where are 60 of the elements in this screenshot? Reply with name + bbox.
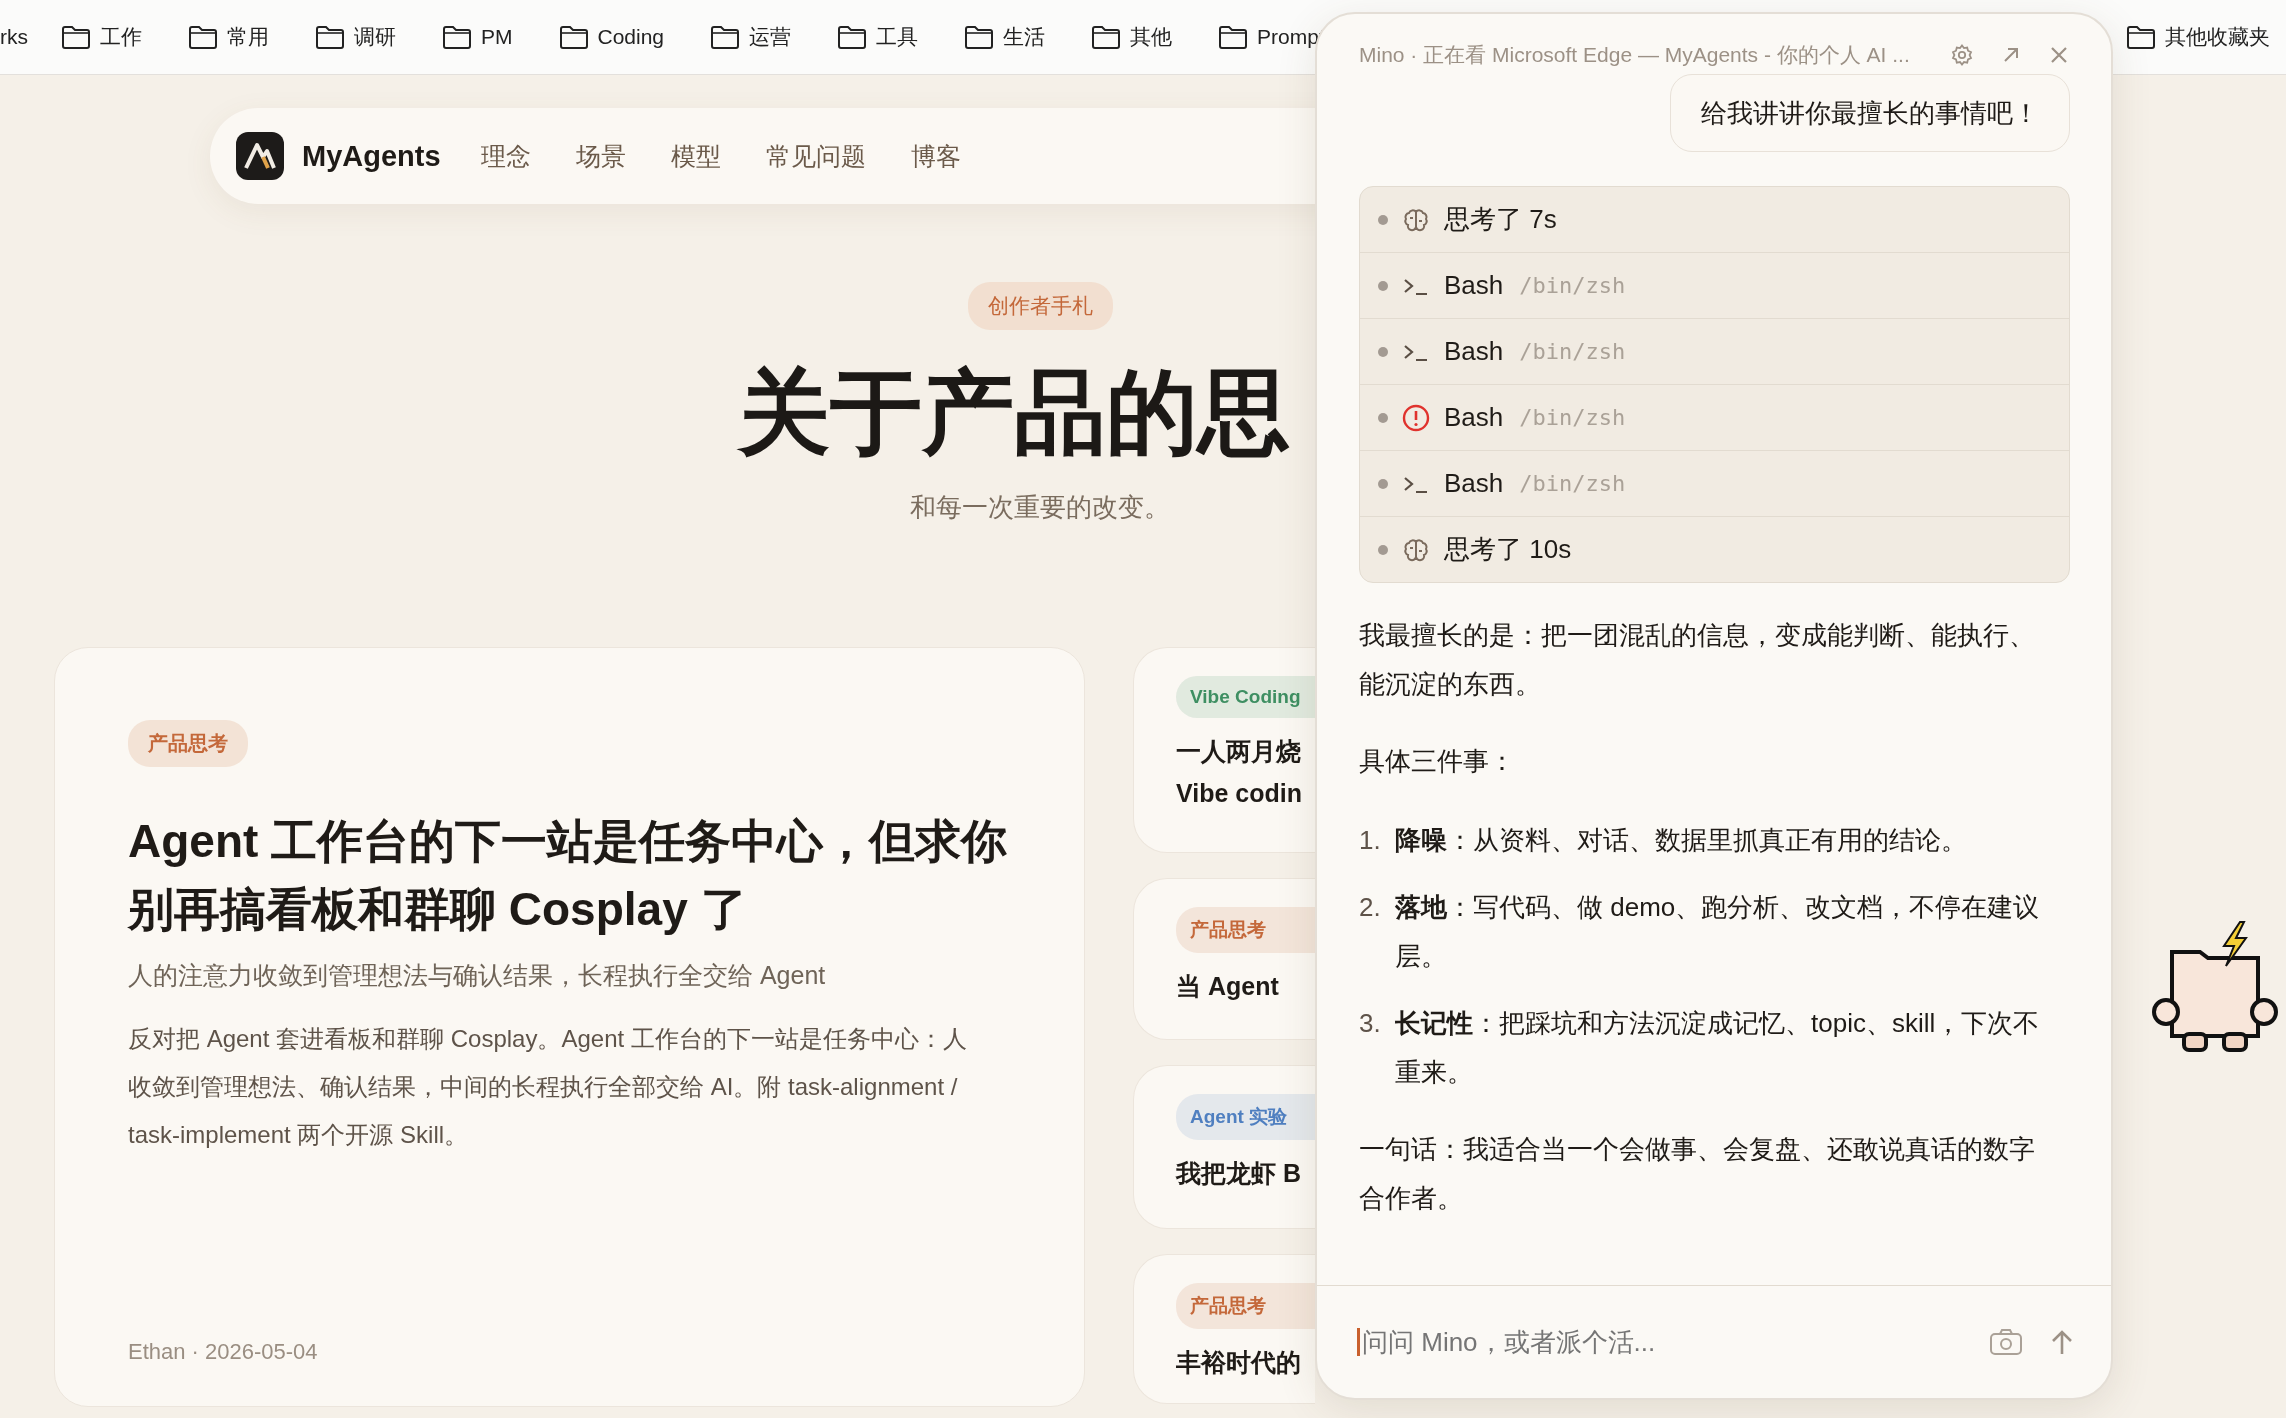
answer-paragraph: 一句话：我适合当一个会做事、会复盘、还敢说真话的数字合作者。 xyxy=(1359,1133,2036,1215)
article-title: Agent 工作台的下一站是任务中心，但求你别再搞看板和群聊 Cosplay 了 xyxy=(128,814,1008,937)
answer-paragraph: 我最擅长的是：把一团混乱的信息，变成能判断、能执行、能沉淀的东西。 xyxy=(1359,619,2036,701)
category-badge: 创作者手札 xyxy=(967,282,1113,330)
step-label[interactable]: 思考了 10s xyxy=(1444,532,1572,567)
bookmark-item[interactable]: 常用 xyxy=(188,23,269,51)
step-label[interactable]: 思考了 7s xyxy=(1444,202,1557,237)
category-tag: 产品思考 xyxy=(1176,1283,1315,1329)
page-subtitle: 和每一次重要的改变。 xyxy=(910,491,1170,524)
bookmark-item[interactable]: 工具 xyxy=(837,23,919,51)
list-item-text: 落地：写代码、做 demo、跑分析、改文档，不停在建议层。 xyxy=(1395,891,2041,973)
article-card[interactable]: Vibe Coding 一人两月烧 Vibe codin xyxy=(1133,647,1315,853)
page-title: 关于产品的思 xyxy=(738,360,1290,465)
bookmark-item[interactable]: rks xyxy=(0,25,28,49)
article-byline: Ethan · 2026-05-04 xyxy=(128,1339,318,1365)
bookmark-item[interactable]: Coding xyxy=(558,24,665,50)
nav-link[interactable]: 场景 xyxy=(575,139,626,173)
bookmark-item[interactable]: 调研 xyxy=(315,23,396,51)
nav-link[interactable]: 理念 xyxy=(480,139,531,173)
category-tag: Agent 实验 xyxy=(1176,1094,1315,1140)
step-detail: /bin/zsh xyxy=(1519,405,1626,430)
article-title: 丰裕时代的 xyxy=(1176,1347,1301,1378)
step-label[interactable]: Bash xyxy=(1444,270,1504,301)
step-label[interactable]: Bash xyxy=(1444,402,1504,433)
category-tag: Vibe Coding xyxy=(1176,676,1315,718)
brand-name[interactable]: MyAgents xyxy=(302,139,441,173)
nav-link[interactable]: 博客 xyxy=(910,139,961,173)
list-number: 2. xyxy=(1359,891,1382,924)
list-number: 3. xyxy=(1359,1007,1382,1040)
article-title: 一人两月烧 xyxy=(1176,736,1301,767)
article-card[interactable]: Agent 实验 我把龙虾 B xyxy=(1133,1065,1315,1229)
nav-link[interactable]: 模型 xyxy=(670,139,721,173)
step-label[interactable]: Bash xyxy=(1444,468,1504,499)
article-card[interactable]: 产品思考 丰裕时代的 xyxy=(1133,1254,1315,1404)
bookmark-item[interactable]: 运营 xyxy=(710,23,792,51)
list-number: 1. xyxy=(1359,824,1382,857)
step-label[interactable]: Bash xyxy=(1444,336,1504,367)
step-detail: /bin/zsh xyxy=(1519,471,1626,496)
nav-link[interactable]: 常见问题 xyxy=(765,139,866,173)
bookmark-item[interactable]: PM xyxy=(442,24,513,50)
bookmark-item[interactable]: 工作 xyxy=(61,23,142,51)
list-item-text: 长记性：把踩坑和方法沉淀成记忆、topic、skill，下次不重来。 xyxy=(1395,1007,2041,1089)
step-detail: /bin/zsh xyxy=(1519,339,1626,364)
list-item-text: 降噪：从资料、对话、数据里抓真正有用的结论。 xyxy=(1395,824,1968,857)
article-summary: 人的注意力收敛到管理想法与确认结果，长程执行全交给 Agent xyxy=(128,960,826,991)
user-message: 给我讲讲你最擅长的事情吧！ xyxy=(1670,74,2070,152)
article-title: 我把龙虾 B xyxy=(1176,1158,1301,1189)
bookmark-item[interactable]: 其他收藏夹 xyxy=(2126,23,2270,51)
category-tag: 产品思考 xyxy=(1176,907,1315,953)
article-title: 当 Agent xyxy=(1176,971,1279,1002)
category-tag: 产品思考 xyxy=(128,720,248,767)
article-card[interactable]: 产品思考 当 Agent xyxy=(1133,878,1315,1040)
bookmark-item[interactable]: 生活 xyxy=(964,23,1046,51)
bookmark-item[interactable]: 其他 xyxy=(1091,23,1173,51)
step-detail: /bin/zsh xyxy=(1519,273,1626,298)
message-input[interactable]: 问问 Mino，或者派个活... xyxy=(1360,1326,1963,1358)
article-title: Vibe codin xyxy=(1176,778,1302,809)
answer-heading: 具体三件事： xyxy=(1359,745,1516,778)
panel-title: Mino · 正在看 Microsoft Edge — MyAgents - 你的个人 AI ... xyxy=(1359,42,1911,68)
article-excerpt: 反对把 Agent 套进看板和群聊 Cosplay。Agent 工作台的下一站是任务中心：人收敛到管理想法、确认结果，中间的长程执行全部交给 AI。附 task-alignment / task-implement 两个开源 Skill。 xyxy=(128,1024,968,1150)
